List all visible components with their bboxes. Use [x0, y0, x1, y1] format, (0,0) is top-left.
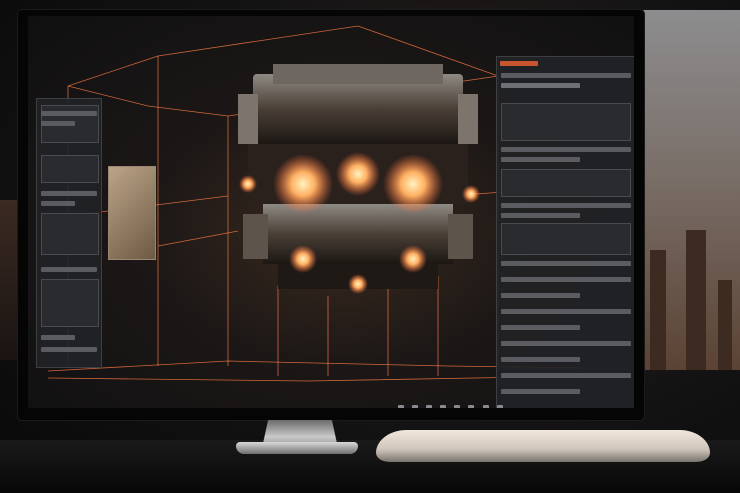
save-icon[interactable] [398, 405, 404, 408]
properties-section [501, 169, 631, 197]
background-left [0, 200, 20, 360]
grid-icon[interactable] [468, 405, 475, 408]
panel-row [41, 191, 97, 196]
panel-row [501, 293, 580, 298]
panel-row [501, 157, 580, 162]
panel-row [501, 357, 580, 362]
panel-row [41, 267, 97, 272]
right-properties-panel[interactable] [496, 56, 634, 408]
panel-row [41, 347, 97, 352]
panel-row [501, 373, 631, 378]
scene [0, 0, 740, 493]
panel-row [501, 325, 580, 330]
background-tower [650, 250, 666, 370]
layers-icon[interactable] [412, 405, 419, 408]
panel-row [501, 341, 631, 346]
scale-icon[interactable] [454, 405, 461, 408]
bottom-toolbar [398, 396, 506, 408]
properties-section [501, 223, 631, 255]
panel-row [501, 309, 631, 314]
panel-row [501, 213, 580, 218]
panel-title-badge [500, 61, 539, 66]
background-city [640, 10, 740, 370]
toolbar-row [501, 73, 631, 78]
thumbnail-slot[interactable] [41, 155, 99, 183]
mouse [376, 430, 710, 462]
panel-row [41, 335, 76, 340]
panel-row [501, 277, 631, 282]
panel-row [41, 111, 97, 116]
move-icon[interactable] [426, 405, 433, 408]
render-icon[interactable] [496, 405, 503, 408]
background-tower [686, 230, 706, 370]
preview-section [501, 103, 631, 141]
texture-thumbnail[interactable] [108, 166, 156, 260]
panel-row [501, 389, 580, 394]
panel-row [501, 203, 631, 208]
panel-row [41, 121, 76, 126]
slider-control[interactable] [501, 83, 580, 88]
monitor-base [236, 442, 358, 454]
3d-machine-model[interactable] [233, 64, 483, 299]
panel-row [41, 201, 76, 206]
monitor [18, 10, 644, 420]
background-tower [718, 280, 732, 370]
thumbnail-slot[interactable] [41, 213, 99, 255]
panel-row [501, 147, 631, 152]
camera-icon[interactable] [482, 405, 489, 408]
monitor-screen [28, 16, 634, 408]
left-properties-panel[interactable] [36, 98, 102, 368]
rotate-icon[interactable] [440, 405, 447, 408]
thumbnail-slot[interactable] [41, 279, 99, 327]
panel-row [501, 261, 631, 266]
